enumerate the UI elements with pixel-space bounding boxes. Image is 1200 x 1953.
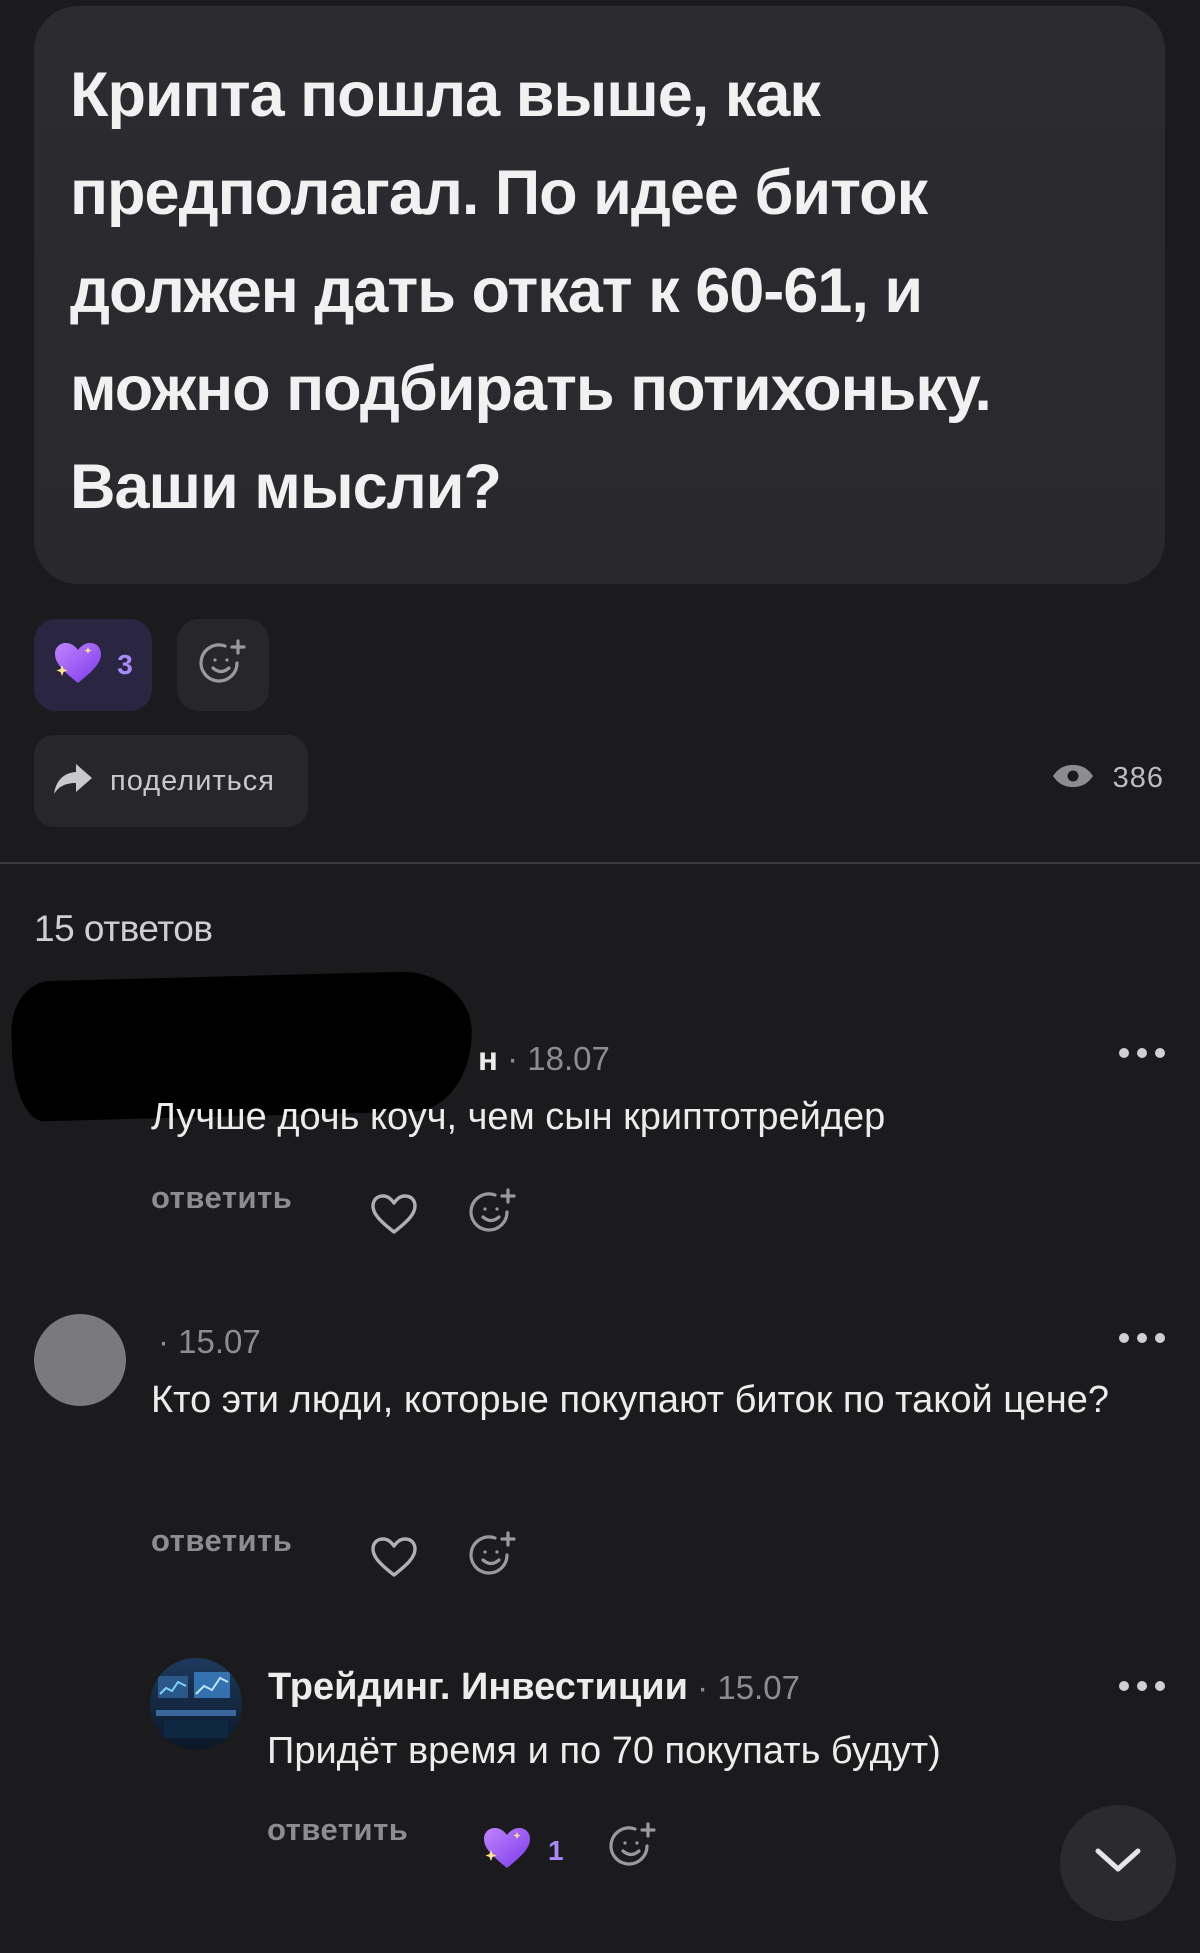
chevron-down-icon (1094, 1847, 1142, 1880)
reaction-chip[interactable]: 1 (482, 1826, 564, 1875)
comment-text: Придёт время и по 70 покупать будут) (267, 1730, 941, 1772)
date-separator: · (507, 1040, 528, 1077)
comment-date: 18.07 (527, 1040, 610, 1077)
reaction-count: 1 (548, 1834, 564, 1866)
comment-meta: н · 18.07 (478, 1040, 610, 1078)
date-separator: · (697, 1669, 718, 1706)
comment-meta: Трейдинг. Инвестиции · 15.07 (268, 1666, 800, 1709)
like-button[interactable] (366, 1188, 422, 1244)
view-counter: 386 (1051, 762, 1164, 795)
more-dots-icon (1118, 1046, 1166, 1064)
comment-date: 15.07 (717, 1669, 800, 1706)
reply-button[interactable]: ответить (151, 1523, 292, 1559)
reply-button[interactable]: ответить (151, 1180, 292, 1216)
heart-outline-icon (369, 1192, 419, 1241)
comment-date: 15.07 (178, 1323, 261, 1360)
smiley-plus-icon (467, 1529, 519, 1586)
more-options-button[interactable] (1114, 1325, 1170, 1355)
views-count: 386 (1112, 762, 1164, 794)
more-options-button[interactable] (1114, 1040, 1170, 1070)
smiley-plus-icon (197, 637, 249, 694)
share-label: поделиться (110, 764, 275, 797)
smiley-plus-icon (607, 1820, 659, 1877)
like-button[interactable] (366, 1531, 422, 1587)
more-dots-icon (1118, 1331, 1166, 1349)
share-arrow-icon (52, 762, 94, 801)
post-add-reaction-button[interactable] (177, 619, 269, 711)
date-separator: · (158, 1323, 179, 1360)
post-card: Крипта пошла выше, как предполагал. По и… (34, 6, 1165, 584)
scroll-down-button[interactable] (1060, 1805, 1176, 1921)
smiley-plus-icon (467, 1186, 519, 1243)
add-reaction-button[interactable] (465, 1186, 521, 1242)
sparkling-heart-icon (482, 1826, 532, 1875)
heart-outline-icon (369, 1535, 419, 1584)
comment-text: Кто эти люди, которые покупают биток по … (151, 1379, 1109, 1421)
post-reaction-button[interactable]: 3 (34, 619, 152, 711)
comment-author[interactable]: Трейдинг. Инвестиции (268, 1666, 688, 1708)
add-reaction-button[interactable] (465, 1529, 521, 1585)
avatar[interactable] (34, 1314, 126, 1406)
comment-meta: · 15.07 (158, 1323, 261, 1361)
sparkling-heart-icon (53, 641, 103, 690)
share-button[interactable]: поделиться (34, 735, 308, 827)
divider (0, 862, 1200, 864)
reply-button[interactable]: ответить (267, 1812, 408, 1848)
post-text: Крипта пошла выше, как предполагал. По и… (70, 60, 992, 522)
more-options-button[interactable] (1114, 1673, 1170, 1703)
add-reaction-button[interactable] (605, 1820, 661, 1876)
channel-avatar[interactable] (150, 1658, 242, 1750)
post-reaction-count: 3 (117, 649, 133, 680)
more-dots-icon (1118, 1679, 1166, 1697)
eye-icon (1051, 764, 1095, 793)
replies-count: 15 ответов (34, 908, 213, 949)
comment-author[interactable]: н (478, 1040, 498, 1077)
comment-text: Лучше дочь коуч, чем сын криптотрейдер (151, 1096, 886, 1138)
